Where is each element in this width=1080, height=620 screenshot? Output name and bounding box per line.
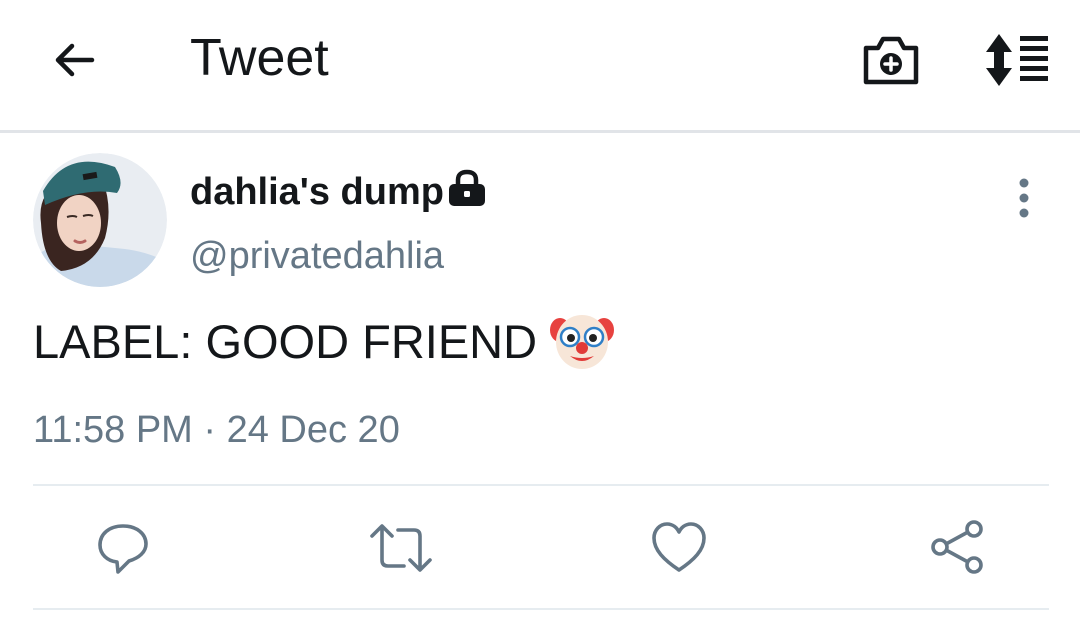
top-app-bar: Tweet	[0, 0, 1080, 130]
tweet-text: LABEL: GOOD FRIEND	[33, 315, 538, 368]
user-handle[interactable]: @privatedahlia	[190, 232, 444, 280]
divider	[33, 484, 1049, 486]
heart-icon[interactable]	[650, 520, 708, 576]
header-divider	[0, 130, 1080, 133]
divider	[33, 608, 1049, 610]
camera-plus-icon[interactable]	[860, 30, 922, 90]
lock-icon	[449, 169, 485, 206]
page-title: Tweet	[190, 29, 329, 87]
tweet-timestamp: 11:58 PM · 24 Dec 20	[33, 409, 400, 451]
arrow-left-icon[interactable]	[48, 34, 100, 86]
reply-bubble-icon[interactable]	[95, 520, 151, 576]
more-vertical-icon[interactable]	[1008, 176, 1040, 220]
avatar[interactable]	[33, 153, 167, 287]
display-name[interactable]: dahlia's dump	[190, 168, 444, 216]
retweet-icon[interactable]	[368, 520, 434, 576]
clown-face-icon	[550, 315, 614, 369]
sort-list-icon[interactable]	[982, 30, 1052, 90]
share-icon[interactable]	[928, 518, 986, 576]
